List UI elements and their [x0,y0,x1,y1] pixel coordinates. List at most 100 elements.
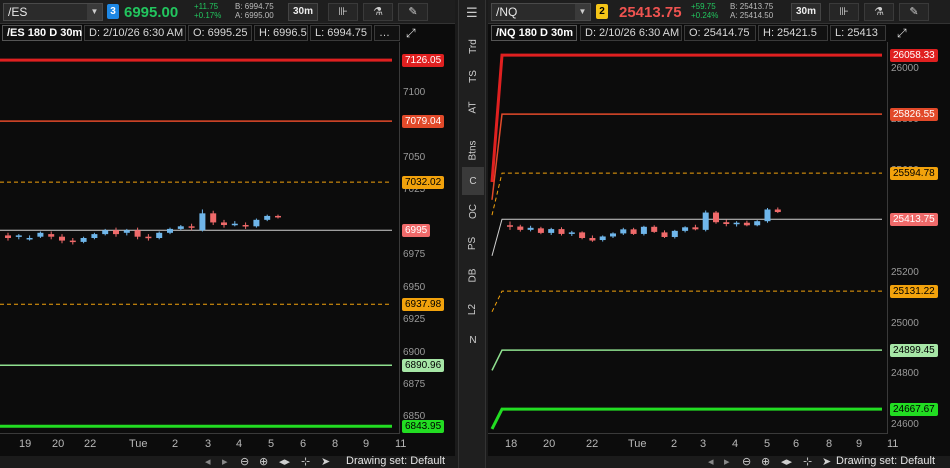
scroll-left-icon[interactable]: ◂ [708,455,714,468]
price-tick: 6900 [403,346,426,358]
scroll-right-icon[interactable]: ▸ [724,455,730,468]
drawing-set-label[interactable]: Drawing set: Default [346,455,445,467]
level-line-1 [491,113,882,200]
candle [723,219,730,227]
flask-studies-icon[interactable]: ⚗ [864,3,894,21]
candlestick-style-icon[interactable]: ⊪ [328,3,358,21]
chart-title: /NQ 180 D 30m [491,25,577,41]
drawing-set-label[interactable]: Drawing set: Default [836,455,935,467]
bid-price: B: 6994.75 [235,2,274,11]
expand-arrow-icon[interactable]: ⤢ [897,26,911,40]
candle [733,221,740,227]
side-tab-oc[interactable]: OC [462,197,484,225]
candle [620,227,627,235]
candle [80,236,87,244]
flask-studies-icon[interactable]: ⚗ [363,3,393,21]
candle [37,231,44,238]
price-level-tag: 24899.45 [890,344,938,358]
scroll-right-icon[interactable]: ▸ [222,455,228,468]
side-tab-ps[interactable]: PS [462,229,484,257]
pan-arrows-icon[interactable]: ◂▸ [279,455,290,468]
side-tab-label: L2 [467,303,479,315]
side-tab-trd[interactable]: Trd [462,32,484,60]
zoom-out-icon[interactable]: ⊖ [240,455,249,468]
price-chart[interactable] [0,42,400,434]
cursor-arrow-icon[interactable]: ➤ [321,455,330,468]
chart-toolbar: /NQ ▼ 2 25413.75 +59.75 +0.24% B: 25413.… [488,0,950,24]
candle [692,224,699,231]
candle [713,211,719,224]
candle [599,235,606,242]
zoom-in-icon[interactable]: ⊕ [259,455,268,468]
zoom-out-icon[interactable]: ⊖ [742,455,751,468]
drawing-pencil-icon[interactable]: ✎ [398,3,428,21]
drawing-pencil-icon[interactable]: ✎ [899,3,929,21]
side-tab-l2[interactable]: L2 [462,295,484,323]
bid-ask: B: 6994.75 A: 6995.00 [235,2,274,20]
symbol-selector[interactable]: /ES ▼ [3,3,103,21]
crosshair-icon[interactable]: ⊹ [301,455,310,468]
side-tab-c[interactable]: C [462,167,484,195]
candle [507,221,513,230]
time-tick: 6 [793,438,800,450]
link-group-badge[interactable]: 2 [596,4,608,19]
time-tick: 5 [764,438,771,450]
zoom-in-icon[interactable]: ⊕ [761,455,770,468]
time-tick: 3 [205,438,212,450]
net-change-value: +11.75 [194,2,219,11]
candle [630,227,637,235]
bid-price: B: 25413.75 [730,2,774,11]
price-chart[interactable] [488,42,888,434]
bid-ask: B: 25413.75 A: 25414.50 [730,2,773,20]
candlestick-style-icon[interactable]: ⊪ [829,3,859,21]
candle [59,234,65,244]
time-tick: 2 [671,438,678,450]
net-change: +59.75 +0.24% [691,2,718,20]
side-tab-ts[interactable]: TS [462,62,484,90]
candle [702,210,709,232]
candle [275,214,281,219]
side-tab-db[interactable]: DB [462,261,484,289]
price-tick: 6875 [403,378,426,390]
price-tick: 6925 [403,314,426,326]
time-tick: Tue [628,438,647,450]
price-level-tag: 6937.98 [402,298,445,312]
side-tab-n[interactable]: N [462,326,484,354]
side-tab-label: DB [467,268,479,282]
time-tick: Tue [129,438,148,450]
level-line-2 [491,172,882,216]
price-tick: 26000 [891,63,919,74]
expand-arrow-icon[interactable]: ⤢ [406,26,420,40]
price-level-tag: 6995 [402,224,431,238]
candlestick-chart[interactable] [488,42,888,434]
candle [661,230,668,238]
price-tick: 6950 [403,281,426,293]
symbol-label: /NQ [496,5,518,19]
net-change-value: +59.75 [691,2,716,11]
pan-arrows-icon[interactable]: ◂▸ [781,455,792,468]
timeframe-button[interactable]: 30m [791,3,821,21]
chevron-down-icon[interactable]: ▼ [575,4,590,20]
scroll-left-icon[interactable]: ◂ [205,455,211,468]
chart-panel-nq: /NQ ▼ 2 25413.75 +59.75 +0.24% B: 25413.… [488,0,950,468]
side-tab-btns[interactable]: Btns [462,132,484,168]
crosshair-icon[interactable]: ⊹ [803,455,812,468]
candlestick-chart[interactable] [0,42,400,434]
price-level-tag: 7079.04 [402,115,445,129]
candle [589,235,596,242]
hamburger-menu-icon[interactable]: ☰ [466,5,478,21]
side-tab-label: Trd [467,38,479,54]
candle [69,238,76,245]
link-group-badge[interactable]: 3 [107,4,119,19]
symbol-label: /ES [8,5,28,19]
time-tick: 3 [700,438,707,450]
timeframe-button[interactable]: 30m [288,3,318,21]
chevron-down-icon[interactable]: ▼ [87,4,102,20]
side-tab-at[interactable]: AT [462,93,484,121]
price-level-tag: 26058.33 [890,49,938,63]
price-tick: 7100 [403,86,426,98]
symbol-selector[interactable]: /NQ ▼ [491,3,591,21]
bar-low: L: 25413 [830,25,886,41]
cursor-arrow-icon[interactable]: ➤ [822,455,831,468]
bar-low: L: 6994.75 [310,25,372,41]
